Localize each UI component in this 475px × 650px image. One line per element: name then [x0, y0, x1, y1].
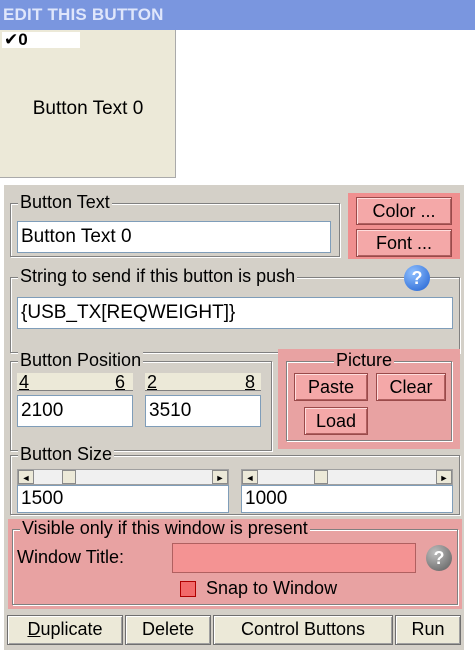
clear-button[interactable]: Clear — [376, 373, 446, 401]
picture-legend: Picture — [334, 350, 395, 370]
size-height-input[interactable]: 1000 — [241, 485, 453, 513]
scroll-left-arrow-icon[interactable]: ◄ — [242, 470, 258, 484]
position-legend: Button Position — [18, 350, 144, 370]
height-scrollbar[interactable] — [241, 469, 453, 485]
color-button[interactable]: Color ... — [356, 197, 452, 225]
scroll-right-arrow-icon[interactable]: ► — [212, 470, 228, 484]
control-buttons-button[interactable]: Control Buttons — [213, 615, 393, 645]
load-button[interactable]: Load — [304, 407, 368, 435]
visible-legend: Visible only if this window is present — [20, 518, 310, 538]
preview-check-label: 0 — [18, 30, 28, 49]
y-ruler[interactable] — [145, 373, 261, 391]
paste-button[interactable]: Paste — [294, 373, 368, 401]
check-icon: ✔ — [4, 30, 19, 49]
button-text-input[interactable]: Button Text 0 — [17, 221, 331, 253]
duplicate-button[interactable]: Duplicate — [7, 615, 123, 645]
preview-button-text: Button Text 0 — [32, 98, 144, 119]
window-title-label: Window Title: — [17, 547, 125, 567]
x-mark-left: 4 — [19, 372, 30, 392]
width-scrollbar[interactable] — [17, 469, 229, 485]
delete-button[interactable]: Delete — [125, 615, 211, 645]
button-preview[interactable]: Button Text 0 ✔0 — [0, 30, 176, 178]
window-title: EDIT THIS BUTTON — [0, 0, 475, 30]
x-mark-right: 6 — [115, 372, 126, 392]
position-x-input[interactable]: 2100 — [17, 395, 133, 427]
run-button[interactable]: Run — [395, 615, 461, 645]
y-mark-left: 2 — [147, 372, 158, 392]
font-button[interactable]: Font ... — [356, 229, 452, 257]
button-text-legend: Button Text — [18, 192, 112, 212]
snap-checkbox[interactable] — [180, 581, 196, 597]
size-legend: Button Size — [18, 444, 115, 464]
snap-label: Snap to Window — [206, 578, 338, 598]
y-mark-right: 8 — [245, 372, 256, 392]
preview-checkbox[interactable]: ✔0 — [2, 30, 80, 49]
height-scroll-thumb[interactable] — [314, 470, 328, 484]
window-title-input[interactable] — [172, 543, 416, 573]
string-input[interactable]: {USB_TX[REQWEIGHT]} — [17, 297, 453, 329]
width-scroll-thumb[interactable] — [62, 470, 76, 484]
scroll-right-arrow-icon[interactable]: ► — [436, 470, 452, 484]
duplicate-mnemonic: D — [27, 619, 41, 639]
string-legend: String to send if this button is push — [18, 266, 298, 286]
help-icon[interactable]: ? — [426, 545, 452, 571]
position-y-input[interactable]: 3510 — [145, 395, 261, 427]
help-icon[interactable]: ? — [404, 265, 430, 291]
duplicate-label: uplicate — [40, 619, 103, 639]
edit-panel: Button Text Button Text 0 Color ... Font… — [4, 185, 464, 650]
size-width-input[interactable]: 1500 — [17, 485, 229, 513]
scroll-left-arrow-icon[interactable]: ◄ — [18, 470, 34, 484]
